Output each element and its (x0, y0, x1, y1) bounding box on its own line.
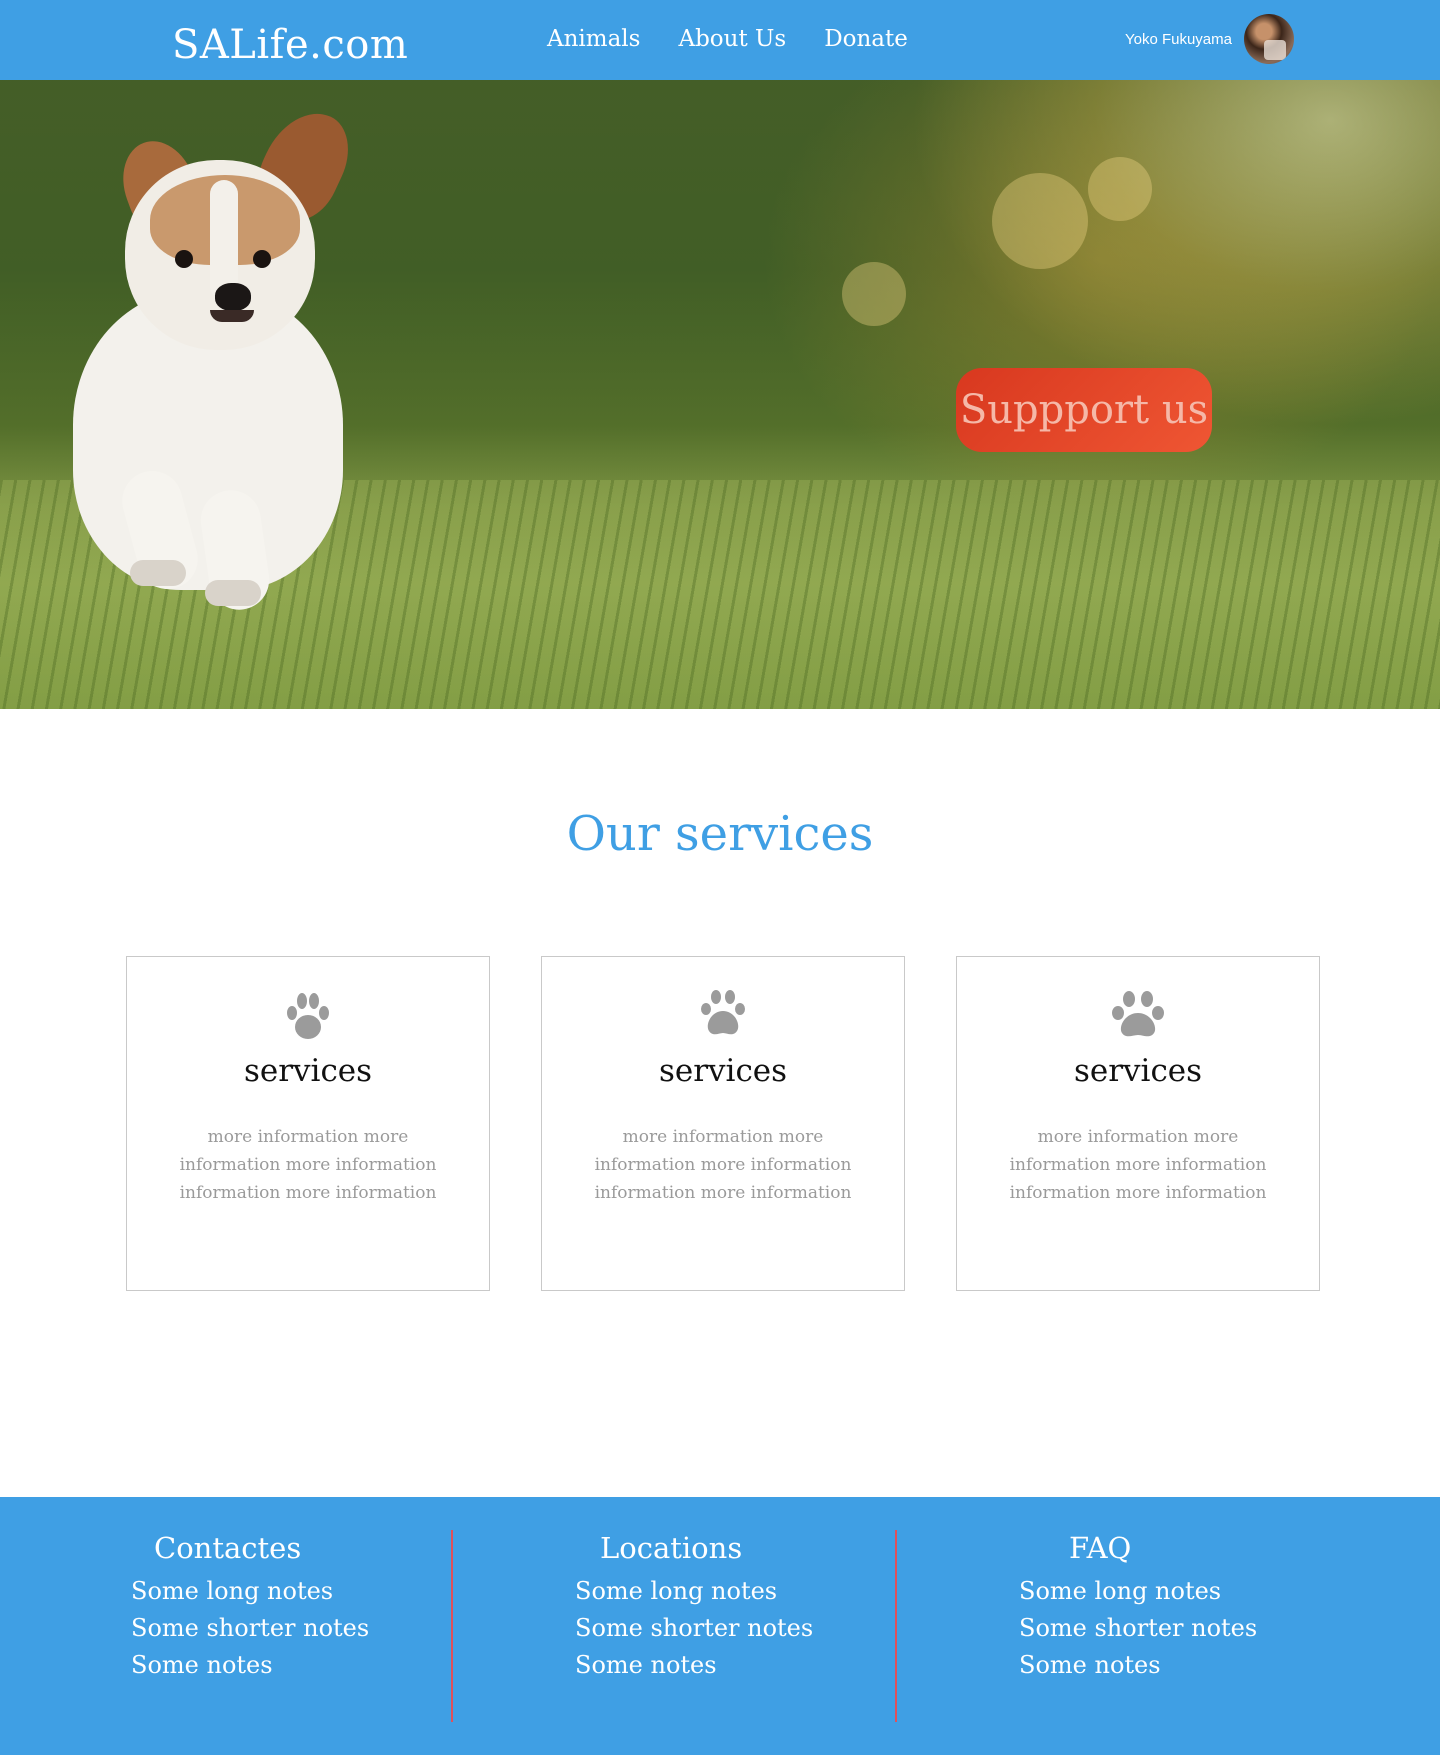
site-logo-link[interactable]: SALife.com (172, 22, 408, 68)
service-card: services more information more informati… (956, 956, 1320, 1291)
service-card-title: services (243, 1053, 373, 1089)
footer-link[interactable]: Some long notes (131, 1573, 431, 1610)
footer-link[interactable]: Some long notes (1019, 1573, 1319, 1610)
services-heading: Our services (566, 806, 874, 862)
bokeh-light (1088, 157, 1152, 221)
hero-banner: Suppport us (0, 80, 1440, 709)
service-card: services more information more informati… (126, 956, 490, 1291)
bokeh-light (992, 173, 1088, 269)
footer-link[interactable]: Some notes (1019, 1647, 1319, 1684)
nav-link-donate[interactable]: Donate (824, 26, 908, 52)
dog-image (55, 98, 375, 660)
footer-link[interactable]: Some notes (575, 1647, 875, 1684)
service-card-title: services (658, 1053, 788, 1089)
nav-link-about-us[interactable]: About Us (678, 26, 786, 52)
service-card-text: more information more information more i… (594, 1127, 852, 1203)
footer-heading: Locations (600, 1531, 743, 1565)
footer-column-contacts: Contactes Some long notes Some shorter n… (131, 1531, 431, 1684)
footer-link[interactable]: Some shorter notes (575, 1610, 875, 1647)
footer-heading: Contactes (154, 1531, 302, 1565)
footer-column-faq: FAQ Some long notes Some shorter notes S… (1019, 1531, 1319, 1684)
footer-link[interactable]: Some shorter notes (1019, 1610, 1319, 1647)
paw-icon (542, 987, 904, 1039)
site-footer: Contactes Some long notes Some shorter n… (0, 1497, 1440, 1755)
main-nav: Animals About Us Donate (547, 26, 908, 52)
service-card-title: services (1073, 1053, 1203, 1089)
service-card-text: more information more information more i… (1009, 1127, 1267, 1203)
footer-heading: FAQ (1069, 1531, 1132, 1565)
user-avatar[interactable] (1244, 14, 1294, 64)
footer-divider (451, 1530, 453, 1722)
footer-link[interactable]: Some long notes (575, 1573, 875, 1610)
bokeh-light (842, 262, 906, 326)
user-name: Yoko Fukuyama (1124, 30, 1232, 48)
footer-link[interactable]: Some notes (131, 1647, 431, 1684)
nav-link-animals[interactable]: Animals (547, 26, 640, 52)
paw-icon (127, 987, 489, 1043)
service-card: services more information more informati… (541, 956, 905, 1291)
user-menu[interactable]: Yoko Fukuyama (1125, 14, 1294, 64)
top-navbar: SALife.com Animals About Us Donate Yoko … (0, 0, 1440, 80)
service-card-text: more information more information more i… (179, 1127, 437, 1203)
support-us-button[interactable]: Suppport us (956, 368, 1212, 452)
footer-divider (895, 1530, 897, 1722)
paw-icon (957, 987, 1319, 1043)
footer-link[interactable]: Some shorter notes (131, 1610, 431, 1647)
footer-column-locations: Locations Some long notes Some shorter n… (575, 1531, 875, 1684)
